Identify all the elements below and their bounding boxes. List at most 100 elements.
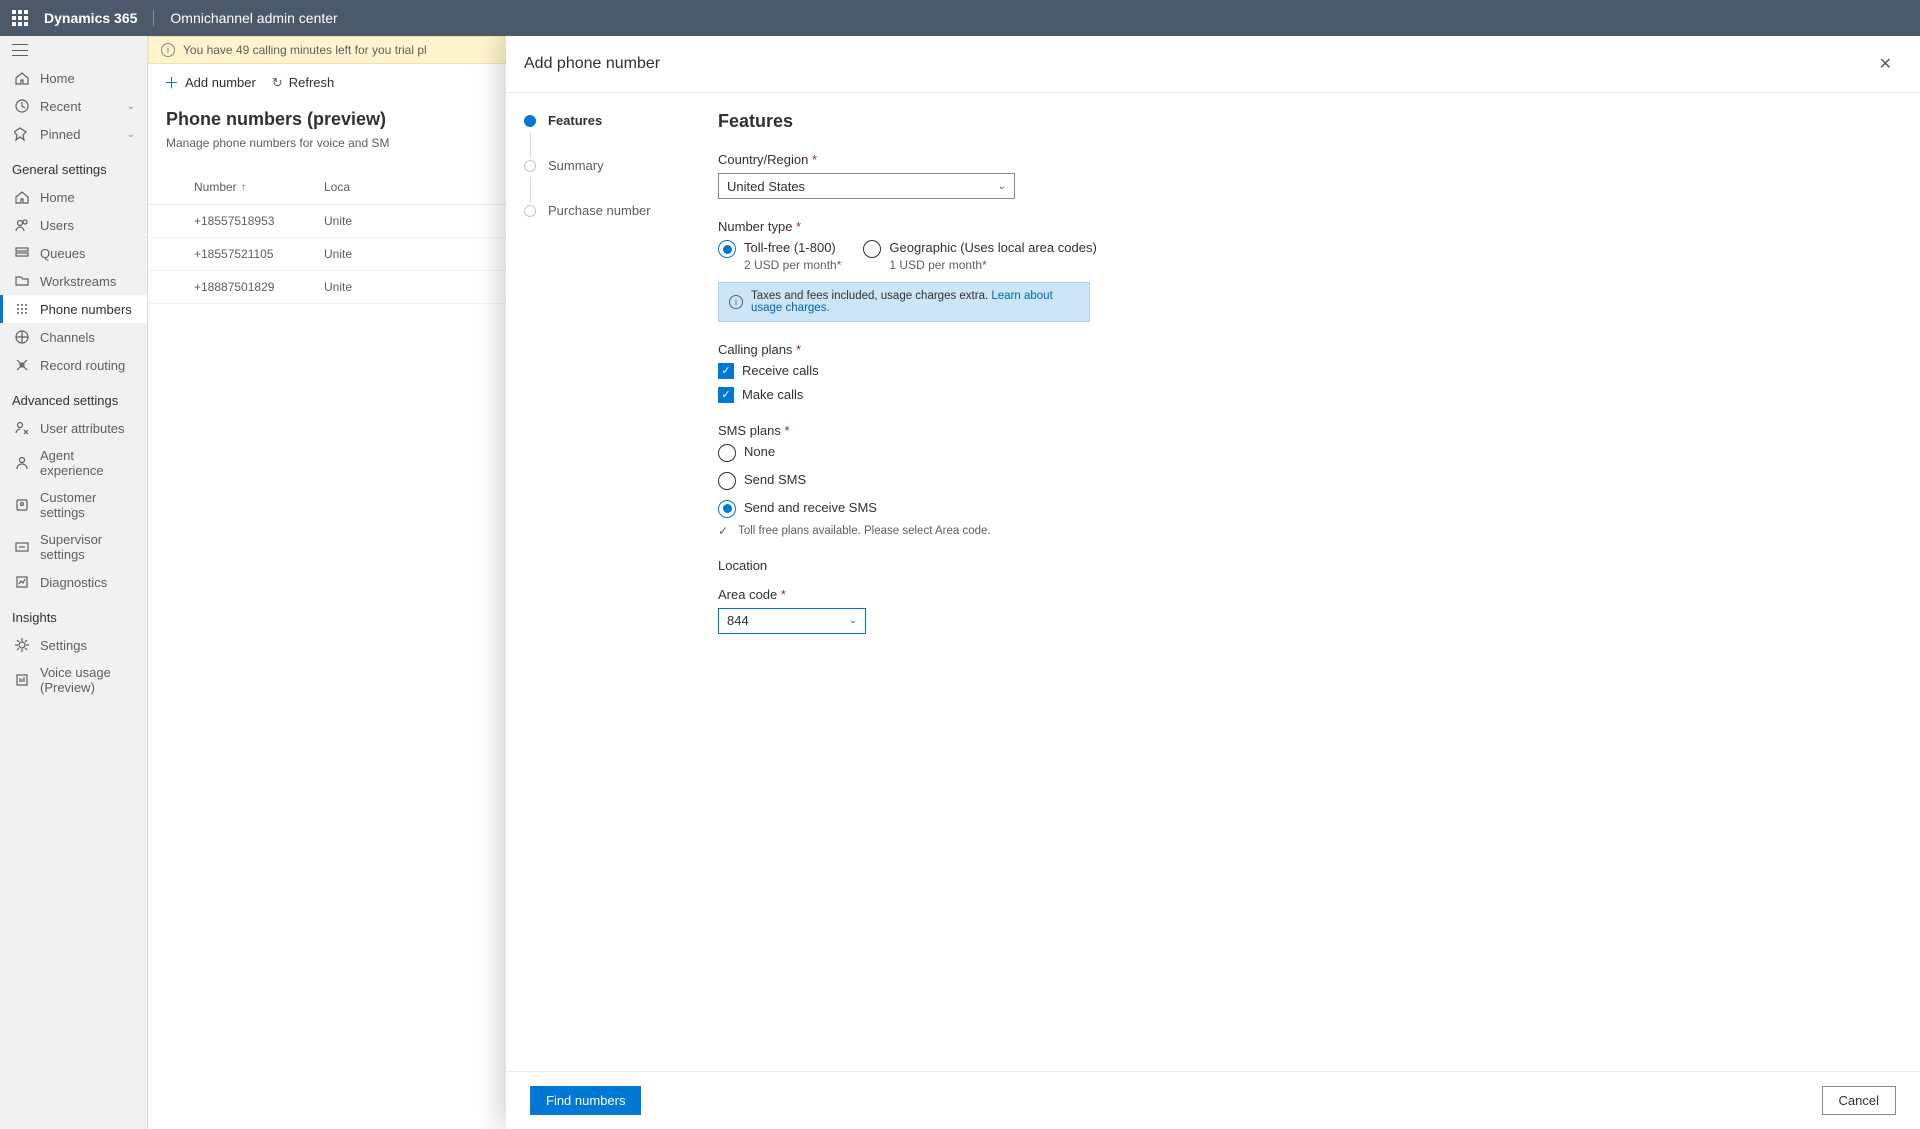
close-icon[interactable]: ✕ [1875,50,1896,78]
nav-label: Settings [40,638,87,653]
nav-item-settings[interactable]: Settings [0,631,147,659]
main-area: i You have 49 calling minutes left for y… [148,36,1920,1129]
nav-item-agent-experience[interactable]: Agent experience [0,442,147,484]
step-dot-icon [524,205,536,217]
supervisor-icon [14,539,30,555]
cell-location: Unite [324,247,352,261]
phone-icon [14,301,30,317]
nav-label: Pinned [40,127,80,142]
flyout-title: Add phone number [524,55,660,73]
nav-item-home[interactable]: Home [0,64,147,92]
nav-item-record-routing[interactable]: Record routing [0,351,147,379]
refresh-label: Refresh [289,75,335,90]
nav-label: Voice usage (Preview) [40,665,135,695]
refresh-icon: ↻ [272,75,283,91]
refresh-button[interactable]: ↻ Refresh [272,72,334,93]
numbertype-option[interactable]: Geographic (Uses local area codes) 1 USD … [863,240,1096,272]
cell-location: Unite [324,214,352,228]
nav-label: Home [40,190,75,205]
calling-option[interactable]: ✓Receive calls [718,363,1294,379]
gear-icon [14,637,30,653]
col-number-header[interactable]: Number↑ [194,180,324,194]
cell-location: Unite [324,280,352,294]
routing-icon [14,357,30,373]
radio-icon [718,472,736,490]
radio-icon [863,240,881,258]
step-features[interactable]: Features [524,113,700,128]
nav-item-customer-settings[interactable]: Customer settings [0,484,147,526]
userattr-icon [14,420,30,436]
clock-icon [14,98,30,114]
nav-item-diagnostics[interactable]: Diagnostics [0,568,147,596]
cancel-button[interactable]: Cancel [1822,1086,1896,1115]
app-launcher-icon[interactable] [12,10,28,26]
find-numbers-button[interactable]: Find numbers [530,1086,641,1115]
country-select[interactable]: United States ⌄ [718,173,1015,199]
tax-note: Taxes and fees included, usage charges e… [751,290,988,302]
numbertype-option[interactable]: Toll-free (1-800)2 USD per month* [718,240,841,272]
areacode-value: 844 [727,613,749,628]
cell-number: +18557518953 [194,214,324,228]
plan-note-text: Toll free plans available. Please select… [738,525,991,537]
plus-icon: ＋ [164,72,179,93]
voice-icon [14,672,30,688]
diagnostics-icon [14,574,30,590]
step-label: Summary [548,158,604,173]
nav-label: Agent experience [40,448,135,478]
nav-label: Users [40,218,74,233]
step-purchase-number[interactable]: Purchase number [524,203,700,218]
chevron-down-icon: ⌄ [849,615,857,626]
radio-icon [718,240,736,258]
step-dot-icon [524,160,536,172]
nav-label: Record routing [40,358,125,373]
nav-section-insights: Insights [0,596,147,631]
info-icon: i [161,43,175,57]
numbertype-label: Number type * [718,219,1294,234]
nav-item-user-attributes[interactable]: User attributes [0,414,147,442]
step-summary[interactable]: Summary [524,158,700,173]
radio-label: None [744,444,775,460]
chevron-down-icon: ⌄ [127,129,135,140]
sms-option[interactable]: None [718,444,1294,462]
nav-item-channels[interactable]: Channels [0,323,147,351]
topbar: Dynamics 365 Omnichannel admin center [0,0,1920,36]
sidebar: HomeRecent⌄Pinned⌄ General settings Home… [0,36,148,1129]
location-heading: Location [718,558,1294,573]
nav-item-supervisor-settings[interactable]: Supervisor settings [0,526,147,568]
home-icon [14,189,30,205]
nav-item-workstreams[interactable]: Workstreams [0,267,147,295]
nav-item-users[interactable]: Users [0,211,147,239]
nav-label: Home [40,71,75,86]
customer-icon [14,497,30,513]
callingplans-label: Calling plans * [718,342,1294,357]
app-name: Omnichannel admin center [170,10,337,26]
step-label: Purchase number [548,203,651,218]
brand-label: Dynamics 365 [44,10,154,26]
radio-sublabel: 1 USD per month* [889,258,1096,272]
nav-item-queues[interactable]: Queues [0,239,147,267]
cell-number: +18887501829 [194,280,324,294]
nav-item-pinned[interactable]: Pinned ⌄ [0,120,147,148]
nav-label: Phone numbers [40,302,132,317]
nav-item-home[interactable]: Home [0,183,147,211]
add-number-label: Add number [185,75,256,90]
smsplans-label: SMS plans * [718,423,1294,438]
nav-item-phone-numbers[interactable]: Phone numbers [0,295,147,323]
add-number-button[interactable]: ＋ Add number [164,72,256,93]
nav-item-voice-usage-(preview)[interactable]: Voice usage (Preview) [0,659,147,701]
col-location-header[interactable]: Loca [324,180,350,194]
radio-label: Geographic (Uses local area codes) [889,240,1096,256]
add-phone-flyout: Add phone number ✕ Features Summary Purcha… [506,36,1920,1129]
hamburger-icon[interactable] [12,44,28,56]
sms-option[interactable]: Send SMS [718,472,1294,490]
nav-item-recent[interactable]: Recent⌄ [0,92,147,120]
chevron-down-icon: ⌄ [998,181,1006,192]
calling-option[interactable]: ✓Make calls [718,387,1294,403]
nav-label: Diagnostics [40,575,107,590]
areacode-select[interactable]: 844 ⌄ [718,608,866,634]
country-label: Country/Region * [718,152,1294,167]
sms-option[interactable]: Send and receive SMS [718,500,1294,518]
radio-sublabel: 2 USD per month* [744,258,841,272]
workstreams-icon [14,273,30,289]
cell-number: +18557521105 [194,247,324,261]
